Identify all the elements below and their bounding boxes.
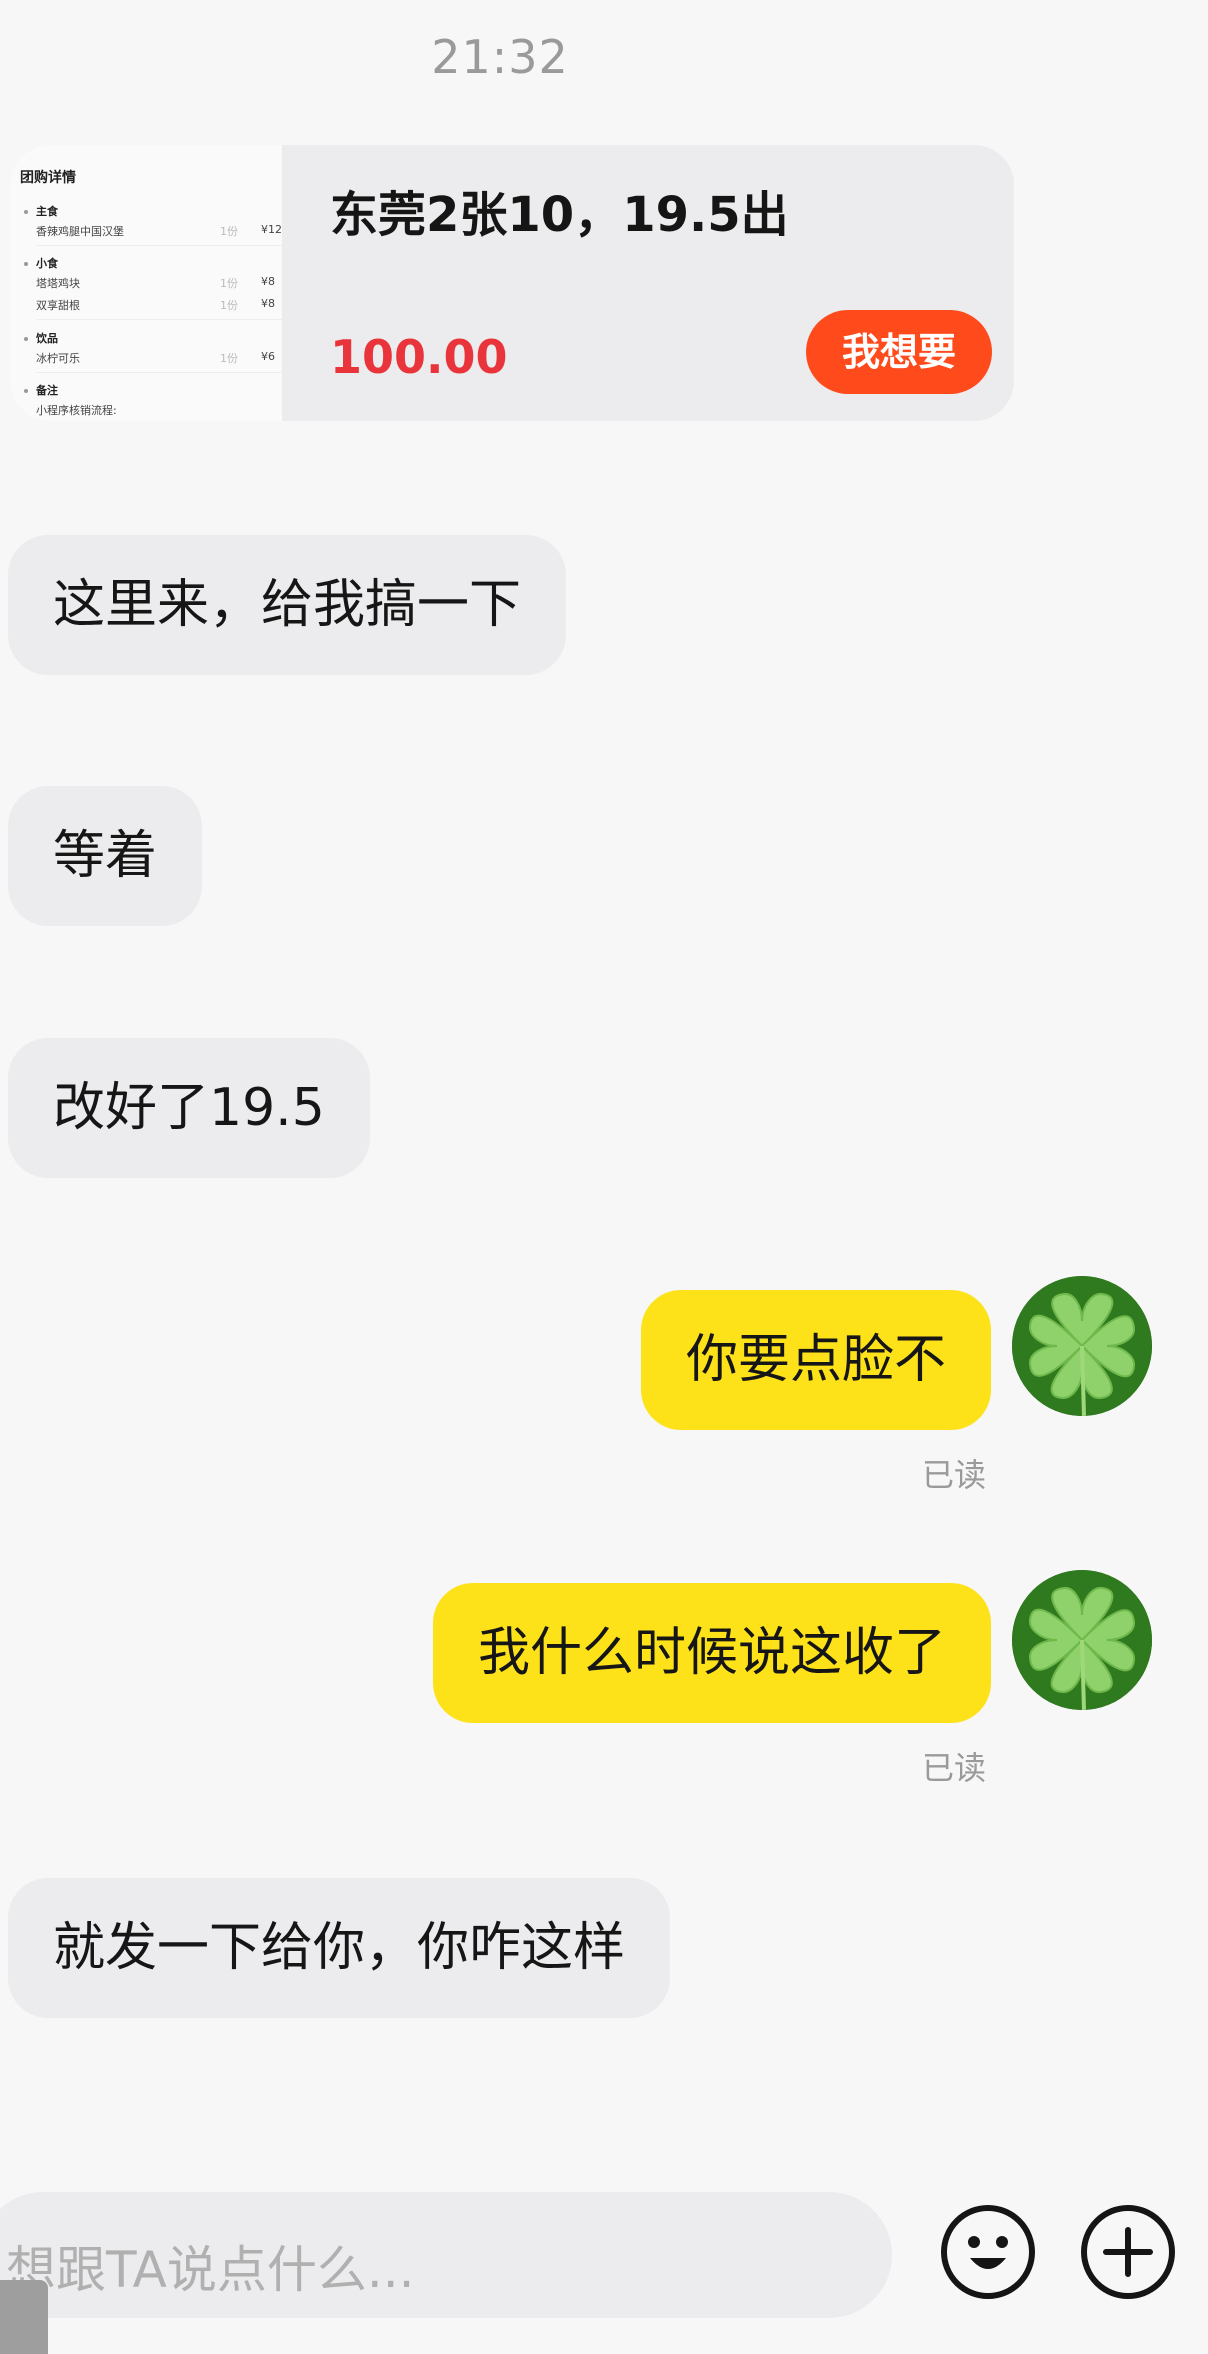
message-outgoing[interactable]: 你要点脸不 xyxy=(640,1290,991,1430)
input-placeholder: 想跟TA说点什么... xyxy=(6,2241,415,2299)
message-incoming[interactable]: 这里来，给我搞一下 xyxy=(8,535,567,675)
read-status: 已读 xyxy=(922,1456,987,1494)
divider xyxy=(36,245,282,246)
more-button[interactable] xyxy=(1080,2204,1176,2300)
bullet-icon xyxy=(24,389,28,393)
thumb-heading: 团购详情 xyxy=(20,170,76,186)
keyboard-toggle-icon[interactable] xyxy=(0,2280,48,2354)
message-incoming[interactable]: 就发一下给你，你咋这样 xyxy=(8,1878,671,2018)
want-button[interactable]: 我想要 xyxy=(806,310,992,394)
bullet-icon xyxy=(24,210,28,214)
product-card[interactable]: 团购详情 主食 香辣鸡腿中国汉堡 1份 ¥12 小食 塔塔鸡块 1份 ¥8 双享… xyxy=(10,145,1014,421)
plus-circle-icon xyxy=(1081,2205,1175,2299)
bullet-icon xyxy=(24,337,28,341)
four-leaf-clover-icon xyxy=(1012,1276,1152,1416)
message-incoming[interactable]: 等着 xyxy=(8,786,203,926)
thumb-section-snack: 小食 xyxy=(36,257,58,270)
four-leaf-clover-icon xyxy=(1012,1570,1152,1710)
product-thumbnail[interactable]: 团购详情 主食 香辣鸡腿中国汉堡 1份 ¥12 小食 塔塔鸡块 1份 ¥8 双享… xyxy=(10,145,282,421)
smiley-face-icon xyxy=(941,2205,1035,2299)
thumb-item: 小程序核销流程: xyxy=(36,404,117,417)
thumb-item: 冰柠可乐 1份 ¥6 xyxy=(36,350,275,365)
divider xyxy=(36,372,282,373)
read-status: 已读 xyxy=(922,1749,987,1787)
thumb-item: 香辣鸡腿中国汉堡 1份 ¥12 xyxy=(36,223,282,238)
timestamp: 21:32 xyxy=(431,30,569,84)
thumb-section-drink: 饮品 xyxy=(36,332,58,345)
product-price: 100.00 xyxy=(330,330,508,384)
thumb-item: 双享甜根 1份 ¥8 xyxy=(36,297,275,312)
avatar[interactable] xyxy=(1012,1276,1152,1416)
thumb-item: 塔塔鸡块 1份 ¥8 xyxy=(36,275,275,290)
avatar[interactable] xyxy=(1012,1570,1152,1710)
thumb-section-note: 备注 xyxy=(36,384,58,397)
message-incoming[interactable]: 改好了19.5 xyxy=(8,1038,370,1178)
message-outgoing[interactable]: 我什么时候说这收了 xyxy=(432,1583,991,1723)
emoji-button[interactable] xyxy=(940,2204,1036,2300)
divider xyxy=(36,319,282,320)
bullet-icon xyxy=(24,262,28,266)
product-title: 东莞2张10，19.5出 xyxy=(330,187,789,243)
thumb-section-main: 主食 xyxy=(36,205,58,218)
